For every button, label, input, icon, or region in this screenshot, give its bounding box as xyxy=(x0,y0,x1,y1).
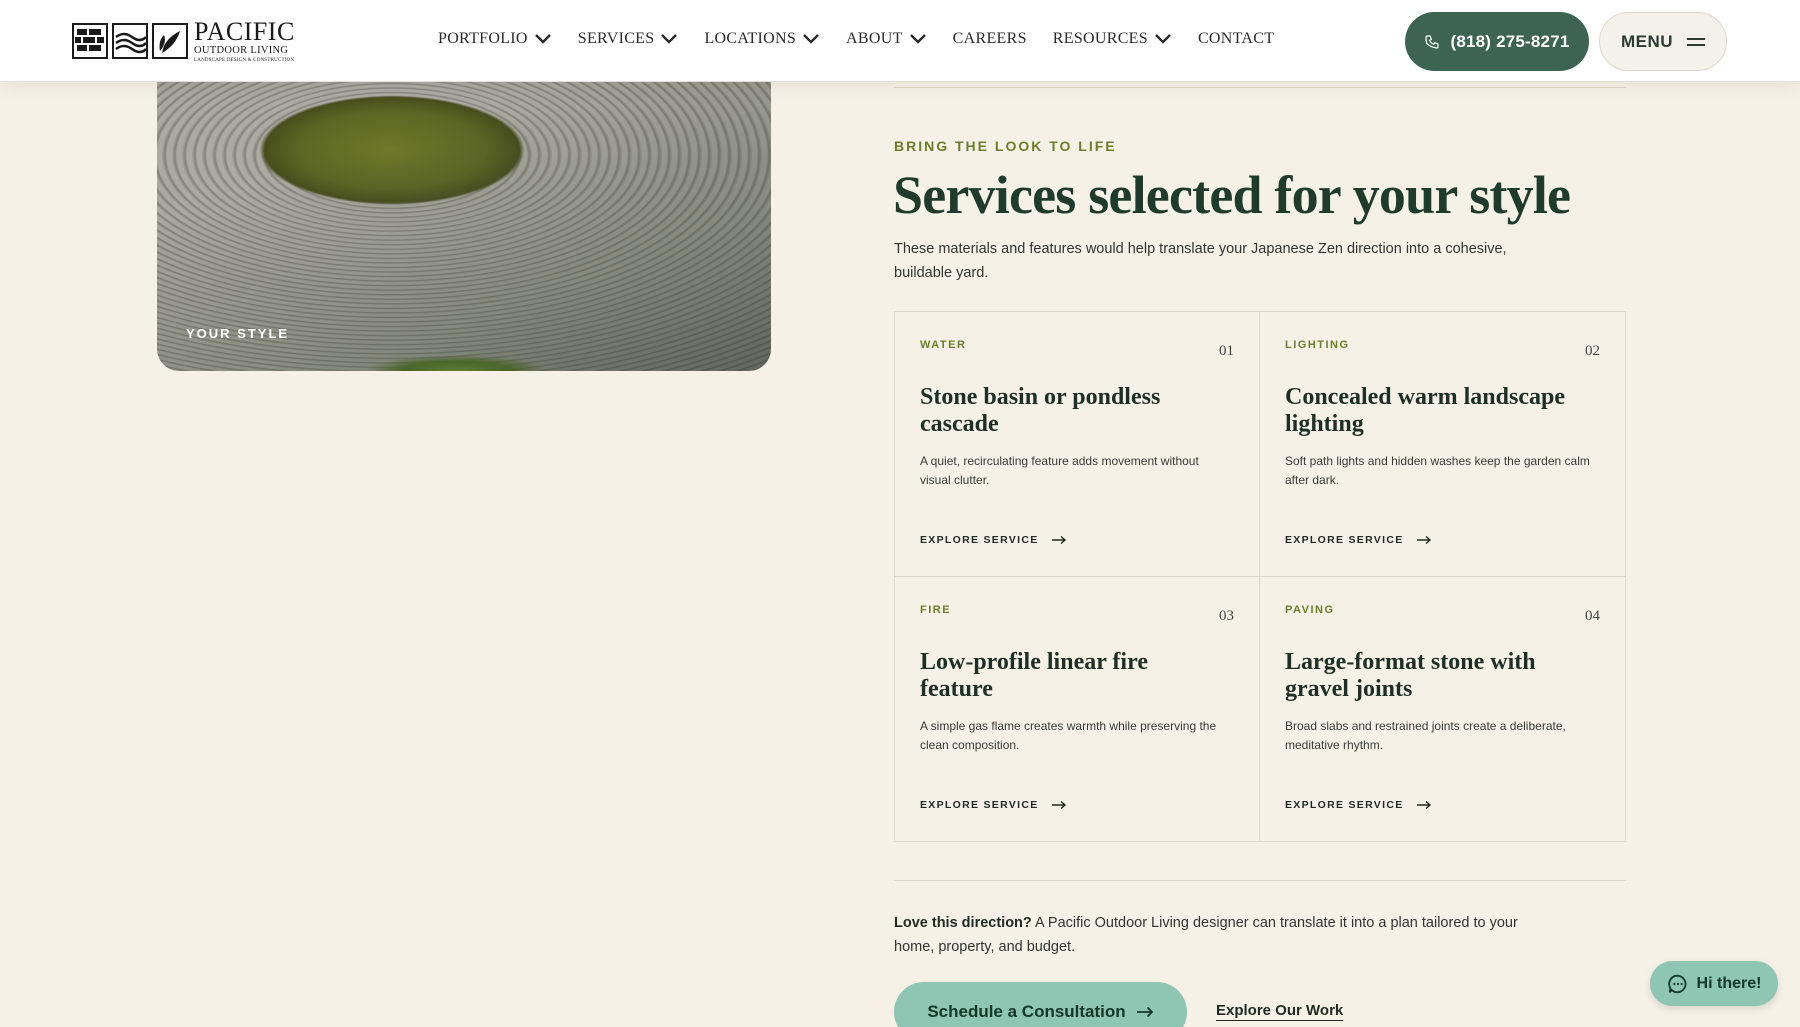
service-card-fire[interactable]: FIRE 03 Low-profile linear fire feature … xyxy=(895,577,1260,841)
cta-lead: Love this direction? xyxy=(894,915,1032,931)
arrow-right-icon xyxy=(1051,800,1066,810)
divider xyxy=(894,880,1626,881)
site-header: PACIFIC OUTDOOR LIVING LANDSCAPE DESIGN … xyxy=(0,0,1800,82)
service-title: Stone basin or pondless cascade xyxy=(920,384,1161,437)
style-image-card: YOUR STYLE xyxy=(157,60,771,371)
nav-label: SERVICES xyxy=(577,30,655,47)
explore-service-link[interactable]: EXPLORE SERVICE xyxy=(920,534,1067,546)
service-number: 01 xyxy=(1219,343,1234,359)
link-label: EXPLORE SERVICE xyxy=(1285,534,1404,546)
service-card-paving[interactable]: PAVING 04 Large-format stone with gravel… xyxy=(1260,577,1625,841)
link-label: EXPLORE SERVICE xyxy=(920,799,1039,811)
service-title: Large-format stone with gravel joints xyxy=(1285,649,1536,702)
nav-label: LOCATIONS xyxy=(704,30,797,47)
chevron-down-icon xyxy=(803,34,819,44)
service-description: A quiet, recirculating feature adds move… xyxy=(920,454,1199,487)
chat-bubble-icon xyxy=(1667,974,1686,993)
service-number: 04 xyxy=(1585,608,1600,624)
chevron-down-icon xyxy=(1155,34,1171,44)
service-category: LIGHTING xyxy=(1285,339,1350,351)
logo-title: PACIFIC xyxy=(194,17,295,47)
link-label: EXPLORE SERVICE xyxy=(1285,799,1404,811)
explore-service-link[interactable]: EXPLORE SERVICE xyxy=(1285,799,1432,811)
cta-text: Love this direction? A Pacific Outdoor L… xyxy=(894,911,1534,959)
chevron-down-icon xyxy=(534,34,551,44)
logo-wordmark: PACIFIC OUTDOOR LIVING LANDSCAPE DESIGN … xyxy=(194,19,295,63)
style-label: YOUR STYLE xyxy=(186,326,290,341)
chat-label: Hi there! xyxy=(1696,974,1762,992)
main-nav: PORTFOLIO SERVICES LOCATIONS ABOUT CAREE… xyxy=(438,30,1300,48)
arrow-right-icon xyxy=(1136,1006,1153,1018)
service-description: Soft path lights and hidden washes keep … xyxy=(1285,454,1590,487)
service-number: 02 xyxy=(1585,343,1600,359)
nav-label: PORTFOLIO xyxy=(438,30,528,47)
section-title: Services selected for your style xyxy=(893,165,1571,225)
nav-label: CAREERS xyxy=(952,30,1027,47)
site-logo[interactable]: PACIFIC OUTDOOR LIVING LANDSCAPE DESIGN … xyxy=(72,19,295,63)
nav-contact[interactable]: CONTACT xyxy=(1198,30,1274,48)
link-label: EXPLORE SERVICE xyxy=(920,534,1039,546)
chat-widget-button[interactable]: Hi there! xyxy=(1650,961,1778,1006)
arrow-right-icon xyxy=(1051,535,1066,545)
logo-subtitle: OUTDOOR LIVING xyxy=(194,45,289,57)
explore-service-link[interactable]: EXPLORE SERVICE xyxy=(1285,534,1432,546)
service-category: WATER xyxy=(920,339,967,351)
chevron-down-icon xyxy=(661,34,678,44)
section-eyebrow: BRING THE LOOK TO LIFE xyxy=(894,138,1117,154)
nav-label: ABOUT xyxy=(846,30,903,47)
service-description: Broad slabs and restrained joints create… xyxy=(1285,719,1566,752)
schedule-consultation-button[interactable]: Schedule a Consultation xyxy=(894,982,1187,1027)
phone-icon xyxy=(1425,34,1440,49)
logo-leaf-icon xyxy=(152,23,188,59)
phone-number: (818) 275-8271 xyxy=(1450,31,1570,51)
menu-button[interactable]: MENU xyxy=(1599,12,1727,71)
arrow-right-icon xyxy=(1416,800,1431,810)
service-description: A simple gas flame creates warmth while … xyxy=(920,719,1217,752)
chevron-down-icon xyxy=(909,34,926,44)
nav-resources[interactable]: RESOURCES xyxy=(1053,30,1172,48)
logo-brick-icon xyxy=(72,23,108,59)
logo-mark xyxy=(72,23,188,59)
grass-detail xyxy=(367,349,547,371)
nav-careers[interactable]: CAREERS xyxy=(953,30,1027,48)
nav-portfolio[interactable]: PORTFOLIO xyxy=(438,30,552,48)
service-category: FIRE xyxy=(920,604,952,616)
menu-label: MENU xyxy=(1620,31,1674,51)
services-grid: WATER 01 Stone basin or pondless cascade… xyxy=(894,311,1626,842)
service-card-water[interactable]: WATER 01 Stone basin or pondless cascade… xyxy=(895,312,1260,577)
service-number: 03 xyxy=(1219,608,1234,624)
nav-locations[interactable]: LOCATIONS xyxy=(704,30,820,48)
section-description: These materials and features would help … xyxy=(894,241,1507,281)
divider xyxy=(894,87,1626,88)
nav-label: RESOURCES xyxy=(1052,30,1148,47)
explore-service-link[interactable]: EXPLORE SERVICE xyxy=(920,799,1067,811)
nav-about[interactable]: ABOUT xyxy=(846,30,927,48)
service-title: Low-profile linear fire feature xyxy=(920,649,1148,702)
hamburger-icon xyxy=(1687,37,1706,47)
service-title: Concealed warm landscape lighting xyxy=(1285,384,1565,437)
logo-wave-icon xyxy=(112,23,148,59)
arrow-right-icon xyxy=(1416,535,1431,545)
service-category: PAVING xyxy=(1285,604,1335,616)
nav-label: CONTACT xyxy=(1197,30,1275,47)
service-card-lighting[interactable]: LIGHTING 02 Concealed warm landscape lig… xyxy=(1260,312,1625,577)
nav-services[interactable]: SERVICES xyxy=(578,30,679,48)
button-label: Schedule a Consultation xyxy=(927,1002,1126,1021)
phone-button[interactable]: (818) 275-8271 xyxy=(1405,12,1589,71)
logo-tagline: LANDSCAPE DESIGN & CONSTRUCTION xyxy=(194,57,295,63)
explore-our-work-link[interactable]: Explore Our Work xyxy=(1216,1002,1344,1021)
